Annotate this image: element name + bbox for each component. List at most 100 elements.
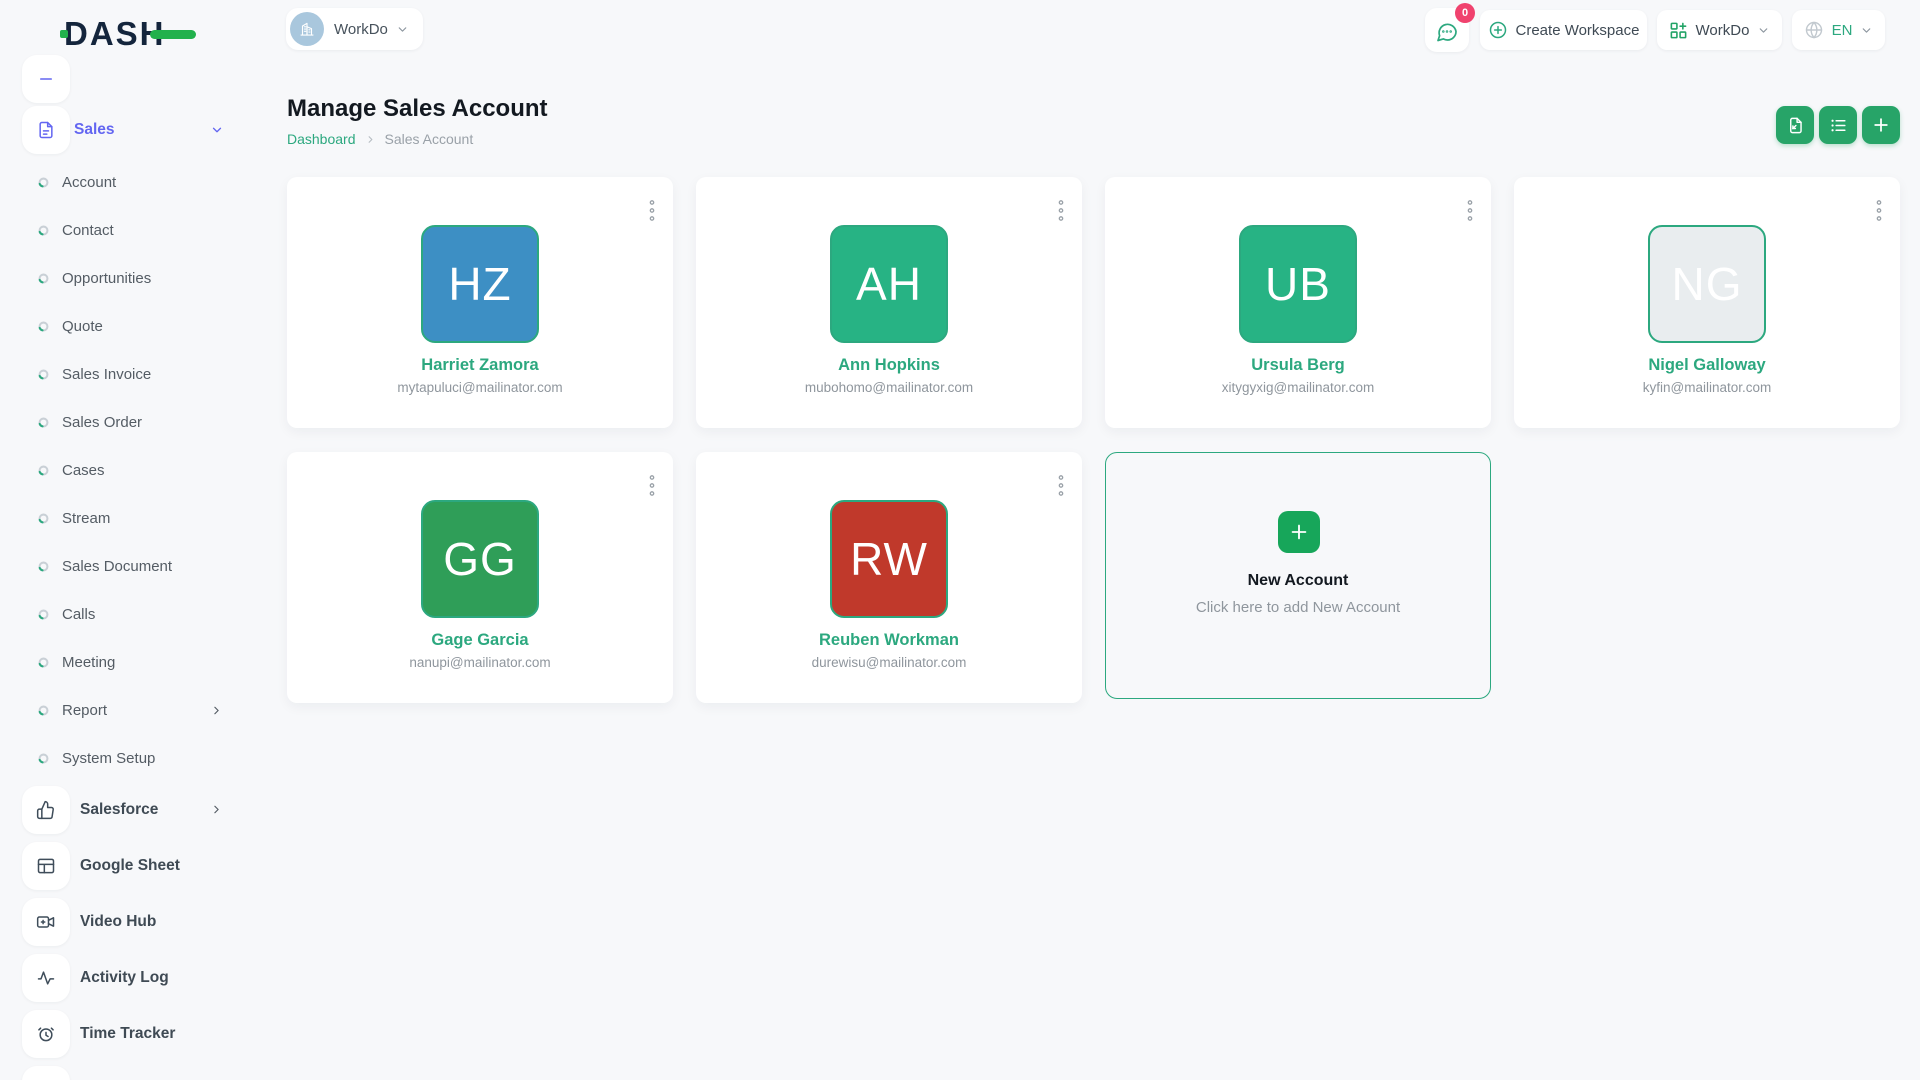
account-email: mytapuluci@mailinator.com	[287, 380, 673, 395]
messages-button[interactable]: 0	[1425, 8, 1469, 52]
account-avatar[interactable]: RW	[830, 500, 948, 618]
language-selector[interactable]: EN	[1792, 10, 1885, 50]
sidebar-group-sales-label: Sales	[74, 106, 115, 154]
chevron-down-icon	[1860, 24, 1873, 37]
sidebar-item-sales-document[interactable]: Sales Document	[0, 542, 250, 590]
workspace-switcher[interactable]: WorkDo	[286, 8, 423, 50]
sidebar: Sales Account Contact Opportunities Quot…	[0, 0, 250, 1080]
chevron-down-icon	[1757, 24, 1770, 37]
card-menu-button[interactable]	[1054, 470, 1068, 501]
globe-icon	[1804, 20, 1824, 40]
list-view-button[interactable]	[1819, 106, 1857, 144]
card-menu-button[interactable]	[1463, 195, 1477, 226]
activity-pulse-icon	[22, 954, 70, 1002]
logo-dash	[150, 30, 196, 39]
add-account-button[interactable]	[1862, 106, 1900, 144]
document-icon	[22, 106, 70, 154]
sidebar-item-meeting[interactable]: Meeting	[0, 638, 250, 686]
building-icon	[298, 20, 316, 38]
donut-bullet-icon	[38, 321, 49, 332]
account-card: HZ Harriet Zamora mytapuluci@mailinator.…	[287, 177, 673, 428]
donut-bullet-icon	[38, 657, 49, 668]
sidebar-item-label: Calls	[62, 606, 95, 623]
account-avatar[interactable]: HZ	[421, 225, 539, 343]
logo-dot	[60, 30, 68, 38]
sidebar-item-account[interactable]: Account	[0, 158, 250, 206]
sidebar-item-stream[interactable]: Stream	[0, 494, 250, 542]
new-account-card[interactable]: New Account Click here to add New Accoun…	[1105, 452, 1491, 699]
sidebar-item-system-setup[interactable]: System Setup	[0, 734, 250, 782]
plus-circle-icon	[1488, 20, 1508, 40]
list-icon	[1829, 116, 1848, 135]
account-name-link[interactable]: Reuben Workman	[696, 631, 1082, 650]
sidebar-item-label: Sales Order	[62, 414, 142, 431]
account-card: AH Ann Hopkins mubohomo@mailinator.com	[696, 177, 1082, 428]
sidebar-item-partial-bottom[interactable]	[22, 1066, 70, 1080]
donut-bullet-icon	[38, 177, 49, 188]
create-workspace-label: Create Workspace	[1516, 22, 1640, 39]
account-avatar[interactable]: GG	[421, 500, 539, 618]
account-name-link[interactable]: Ursula Berg	[1105, 356, 1491, 375]
account-name-link[interactable]: Harriet Zamora	[287, 356, 673, 375]
export-button[interactable]	[1776, 106, 1814, 144]
account-name-link[interactable]: Ann Hopkins	[696, 356, 1082, 375]
account-name-link[interactable]: Nigel Galloway	[1514, 356, 1900, 375]
workspace-menu-label: WorkDo	[1696, 22, 1750, 39]
card-menu-button[interactable]	[645, 470, 659, 501]
account-email: kyfin@mailinator.com	[1514, 380, 1900, 395]
donut-bullet-icon	[38, 225, 49, 236]
account-card: GG Gage Garcia nanupi@mailinator.com	[287, 452, 673, 703]
workspace-switcher-label: WorkDo	[334, 21, 388, 38]
donut-bullet-icon	[38, 609, 49, 620]
account-avatar[interactable]: UB	[1239, 225, 1357, 343]
sidebar-item-label: Salesforce	[80, 786, 158, 834]
account-email: nanupi@mailinator.com	[287, 655, 673, 670]
create-workspace-button[interactable]: Create Workspace	[1480, 10, 1647, 50]
sidebar-item-label: Cases	[62, 462, 105, 479]
donut-bullet-icon	[38, 273, 49, 284]
sidebar-item-label: Meeting	[62, 654, 115, 671]
language-label: EN	[1832, 22, 1853, 39]
sidebar-item-contact[interactable]: Contact	[0, 206, 250, 254]
card-menu-button[interactable]	[1054, 195, 1068, 226]
chevron-right-icon	[210, 803, 223, 816]
new-account-subtitle: Click here to add New Account	[1106, 599, 1490, 616]
grid-plus-icon	[1669, 21, 1688, 40]
workspace-menu[interactable]: WorkDo	[1657, 10, 1782, 50]
account-avatar[interactable]: AH	[830, 225, 948, 343]
sidebar-item-label: System Setup	[62, 750, 155, 767]
add-new-account-button[interactable]	[1278, 511, 1320, 553]
sidebar-item-label: Google Sheet	[80, 842, 180, 890]
sidebar-item-sales-order[interactable]: Sales Order	[0, 398, 250, 446]
card-menu-button[interactable]	[1872, 195, 1886, 226]
account-email: xitygyxig@mailinator.com	[1105, 380, 1491, 395]
donut-bullet-icon	[38, 417, 49, 428]
account-avatar[interactable]: NG	[1648, 225, 1766, 343]
account-email: durewisu@mailinator.com	[696, 655, 1082, 670]
video-camera-icon	[22, 898, 70, 946]
sidebar-item-opportunities[interactable]: Opportunities	[0, 254, 250, 302]
file-export-icon	[1786, 116, 1805, 135]
sidebar-item-cases[interactable]: Cases	[0, 446, 250, 494]
card-menu-button[interactable]	[645, 195, 659, 226]
sidebar-collapse-button[interactable]	[22, 55, 70, 103]
donut-bullet-icon	[38, 369, 49, 380]
app-logo[interactable]: DASH	[64, 14, 166, 54]
sidebar-item-quote[interactable]: Quote	[0, 302, 250, 350]
account-name-link[interactable]: Gage Garcia	[287, 631, 673, 650]
breadcrumb-dashboard-link[interactable]: Dashboard	[287, 131, 356, 147]
breadcrumb-current: Sales Account	[385, 131, 474, 147]
sidebar-item-label: Sales Invoice	[62, 366, 151, 383]
sidebar-item-report[interactable]: Report	[0, 686, 250, 734]
sidebar-item-sales-invoice[interactable]: Sales Invoice	[0, 350, 250, 398]
sidebar-item-label: Stream	[62, 510, 110, 527]
chat-bubble-icon	[1435, 20, 1459, 44]
sidebar-item-calls[interactable]: Calls	[0, 590, 250, 638]
plus-icon	[1871, 115, 1891, 135]
breadcrumb: Dashboard Sales Account	[287, 131, 473, 147]
sidebar-item-label: Time Tracker	[80, 1010, 175, 1058]
thumbs-up-icon	[22, 786, 70, 834]
account-card: RW Reuben Workman durewisu@mailinator.co…	[696, 452, 1082, 703]
sidebar-item-label: Activity Log	[80, 954, 169, 1002]
donut-bullet-icon	[38, 465, 49, 476]
